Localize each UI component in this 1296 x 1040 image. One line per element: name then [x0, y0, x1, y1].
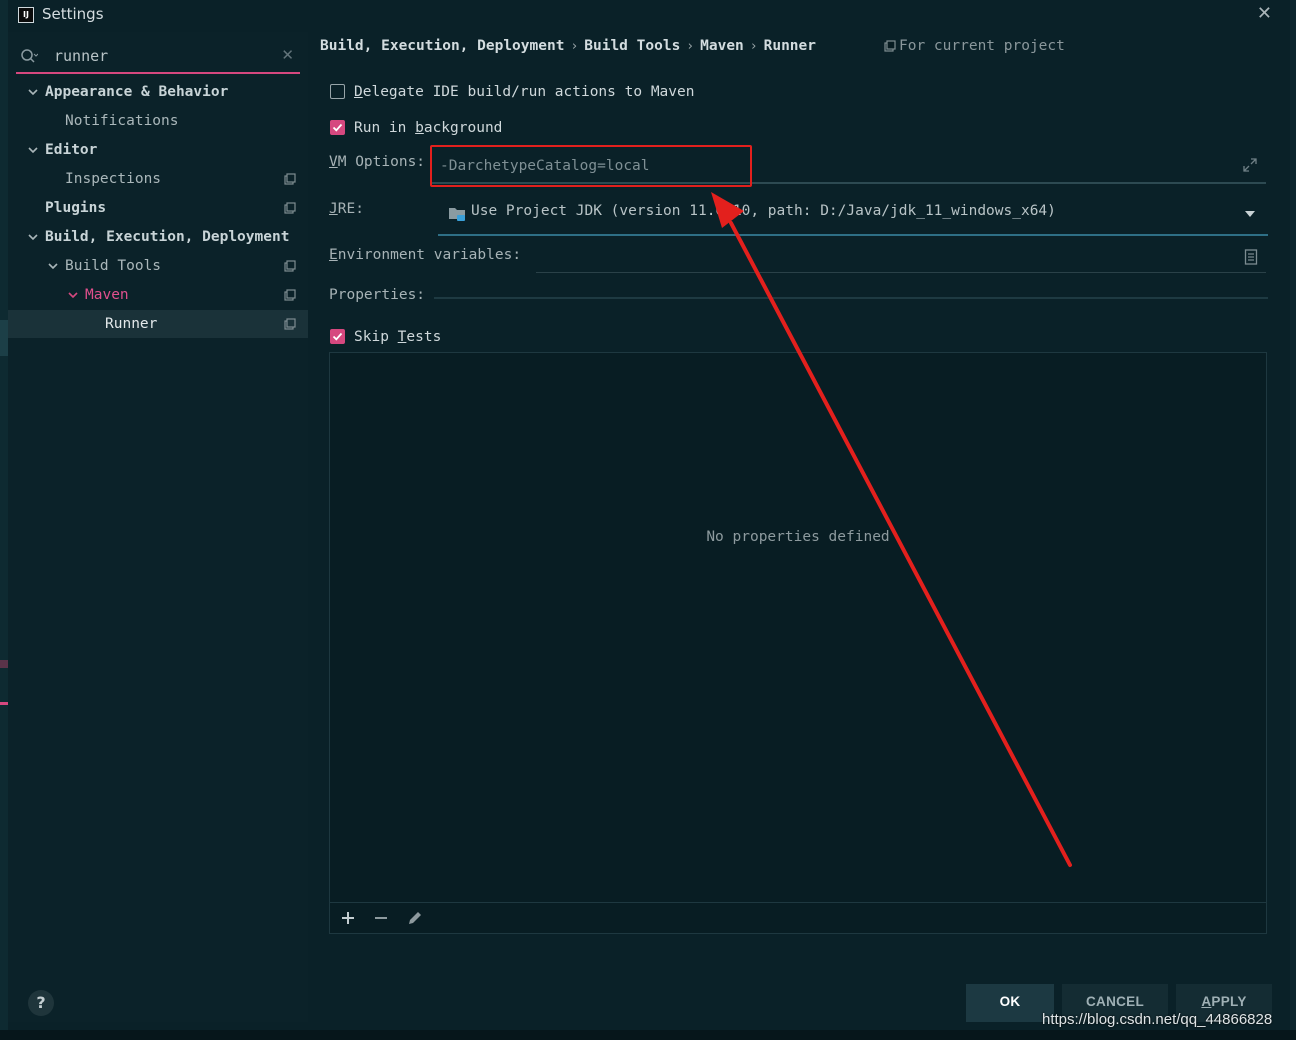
env-variables-field[interactable] — [536, 242, 1266, 273]
checkbox-label: Delegate IDE build/run actions to Maven — [354, 84, 695, 100]
vm-options-input[interactable] — [438, 153, 1222, 179]
properties-toolbar — [330, 902, 1266, 933]
window-title: Settings — [42, 5, 104, 23]
check-icon — [332, 123, 343, 132]
chevron-right-icon: › — [686, 38, 695, 54]
help-button[interactable]: ? — [28, 990, 54, 1016]
tree-item-label: Build Tools — [65, 258, 162, 274]
checkbox-checked[interactable] — [330, 120, 345, 135]
tree-item-plugins[interactable]: Plugins — [8, 194, 308, 222]
tree-item-inspections[interactable]: Inspections — [8, 165, 308, 193]
dropdown-arrow-icon[interactable] — [1244, 210, 1256, 218]
clear-search-icon[interactable]: ✕ — [281, 46, 294, 64]
checkbox-label: Skip Tests — [354, 329, 442, 345]
project-scope-icon — [284, 202, 296, 214]
title-bar[interactable]: IJ Settings ✕ — [8, 0, 1290, 28]
project-scope-icon — [284, 173, 296, 185]
edit-icon[interactable] — [406, 909, 424, 927]
project-scope-icon — [284, 289, 296, 301]
background-window-edge — [1290, 0, 1296, 1040]
tree-item-label: Editor — [45, 142, 98, 158]
vm-options-field — [430, 148, 1266, 184]
scope-note: For current project — [884, 38, 1065, 54]
tree-item-build-execution-deployment[interactable]: Build, Execution, Deployment — [8, 223, 308, 251]
breadcrumb-item[interactable]: Build Tools — [584, 38, 680, 54]
jre-selected-value: Use Project JDK (version 11.0.10, path: … — [471, 203, 1056, 219]
chevron-down-icon[interactable] — [26, 85, 40, 99]
env-variables-label: Environment variables: — [329, 247, 522, 263]
chevron-down-icon[interactable] — [26, 143, 40, 157]
vm-options-label: VM Options: — [329, 154, 426, 170]
background-window-marker — [0, 660, 8, 668]
checkbox-checked[interactable] — [330, 329, 345, 344]
jre-select[interactable]: Use Project JDK (version 11.0.10, path: … — [438, 198, 1268, 236]
breadcrumb-item: Runner — [763, 38, 816, 54]
tree-item-runner-selected[interactable]: Runner — [8, 310, 308, 338]
project-scope-icon — [884, 40, 896, 52]
checkbox-unchecked[interactable] — [330, 84, 345, 99]
tree-item-label: Build, Execution, Deployment — [45, 229, 290, 245]
tree-item-build-tools[interactable]: Build Tools — [8, 252, 308, 280]
folder-icon — [449, 208, 465, 221]
close-icon[interactable]: ✕ — [1257, 3, 1272, 24]
checkbox-label: Run in background — [354, 120, 503, 136]
add-icon[interactable] — [339, 909, 357, 927]
watermark-text: https://blog.csdn.net/qq_44866828 — [1042, 1011, 1273, 1028]
skip-tests-checkbox[interactable]: Skip Tests — [330, 325, 490, 349]
tree-item-label: Notifications — [65, 113, 179, 129]
tree-item-label: Maven — [85, 287, 129, 303]
expand-icon[interactable] — [1242, 157, 1258, 173]
jre-label: JRE: — [329, 201, 364, 217]
settings-search: ✕ — [16, 40, 300, 74]
project-scope-icon — [284, 260, 296, 272]
settings-sidebar: ✕ Appearance & Behavior Notifications Ed… — [8, 32, 308, 1022]
breadcrumb-item[interactable]: Build, Execution, Deployment — [320, 38, 564, 54]
background-window-edge — [0, 0, 8, 1040]
intellij-app-icon: IJ — [18, 7, 34, 23]
ok-button[interactable]: OK — [966, 984, 1054, 1022]
search-input[interactable] — [52, 43, 276, 69]
browse-document-icon[interactable] — [1244, 249, 1258, 265]
properties-label: Properties: — [329, 287, 426, 303]
remove-icon[interactable] — [372, 909, 390, 927]
check-icon — [332, 332, 343, 341]
breadcrumb-item[interactable]: Maven — [700, 38, 744, 54]
background-window-edge — [0, 1030, 1296, 1040]
background-window-marker — [0, 320, 8, 356]
chevron-down-icon[interactable] — [26, 230, 40, 244]
tree-item-notifications[interactable]: Notifications — [8, 107, 308, 135]
tree-item-label: Inspections — [65, 171, 162, 187]
tree-item-label: Appearance & Behavior — [45, 84, 229, 100]
run-in-background-checkbox[interactable]: Run in background — [330, 116, 530, 140]
properties-separator — [434, 297, 1268, 299]
properties-table[interactable]: No properties defined — [329, 352, 1267, 934]
chevron-right-icon: › — [749, 38, 758, 54]
chevron-down-icon[interactable] — [46, 259, 60, 273]
tree-item-editor[interactable]: Editor — [8, 136, 308, 164]
empty-state-text: No properties defined — [706, 529, 890, 545]
background-window-marker — [0, 702, 8, 705]
chevron-down-icon[interactable] — [66, 288, 80, 302]
project-scope-icon — [284, 318, 296, 330]
breadcrumb: Build, Execution, Deployment › Build Tools… — [320, 38, 816, 58]
delegate-to-maven-checkbox[interactable]: Delegate IDE build/run actions to Maven — [330, 80, 730, 104]
tree-item-appearance-behavior[interactable]: Appearance & Behavior — [8, 78, 308, 106]
search-icon[interactable] — [20, 48, 38, 64]
tree-item-maven[interactable]: Maven — [8, 281, 308, 309]
scope-note-text: For current project — [899, 38, 1065, 54]
tree-item-label: Plugins — [45, 200, 107, 216]
tree-item-label: Runner — [105, 316, 158, 332]
chevron-right-icon: › — [570, 38, 579, 54]
